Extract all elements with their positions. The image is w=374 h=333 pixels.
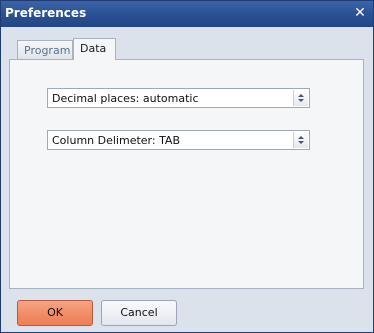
up-down-arrows-icon[interactable] [293, 90, 308, 106]
tab-data[interactable]: Data [73, 38, 116, 60]
up-down-arrows-icon[interactable] [293, 132, 308, 148]
column-delimiter-select[interactable]: Column Delimeter: TAB [47, 130, 310, 150]
preferences-dialog: Preferences ✕ Program Data Decimal place… [0, 0, 374, 333]
button-bar: OK Cancel [1, 289, 373, 332]
decimal-places-value: Decimal places: automatic [52, 92, 199, 105]
title-bar[interactable]: Preferences ✕ [1, 1, 373, 27]
dialog-body: Program Data Decimal places: automatic C… [1, 27, 373, 332]
column-delimiter-value: Column Delimeter: TAB [52, 134, 181, 147]
cancel-button[interactable]: Cancel [101, 300, 177, 326]
tab-program[interactable]: Program [17, 40, 73, 59]
close-icon[interactable]: ✕ [352, 4, 368, 22]
window-title: Preferences [5, 6, 87, 20]
decimal-places-select[interactable]: Decimal places: automatic [47, 88, 310, 108]
data-tab-panel: Decimal places: automatic Column Delimet… [9, 59, 364, 289]
ok-button[interactable]: OK [17, 300, 93, 326]
